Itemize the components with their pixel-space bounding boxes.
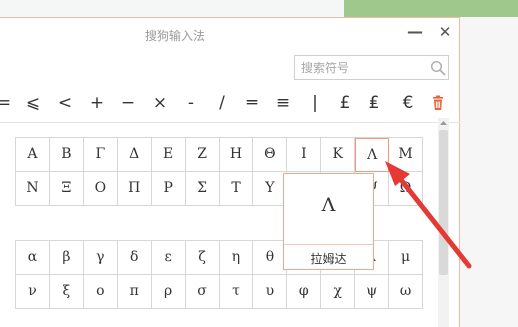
preview-divider	[284, 244, 373, 245]
symbol-cell[interactable]: Δ	[117, 138, 152, 172]
symbol-cell[interactable]: Η	[219, 138, 254, 172]
symbol-cell[interactable]: Ρ	[151, 172, 186, 206]
background-green-area	[344, 0, 518, 17]
symbol-cell[interactable]: μ	[389, 241, 424, 275]
minimize-icon[interactable]: —	[406, 23, 424, 41]
symbol-cell[interactable]: ρ	[151, 275, 186, 309]
symbol-cell[interactable]: ζ	[185, 241, 220, 275]
symbol-cell[interactable]: ε	[151, 241, 186, 275]
symbol-cell[interactable]: Σ	[185, 172, 220, 206]
symbol-cell[interactable]: Λ	[355, 138, 390, 172]
toolbar-symbol[interactable]: €	[397, 90, 419, 116]
window-title: 搜狗输入法	[144, 29, 205, 43]
toolbar-divider	[0, 122, 460, 123]
symbol-cell[interactable]: Γ	[83, 138, 118, 172]
symbol-cell[interactable]: Ο	[83, 172, 118, 206]
symbol-cell[interactable]: Ω	[389, 172, 424, 206]
symbol-toolbar: = ⩽ < + − × - / ═ ≡ | £ ₤ €	[0, 90, 460, 116]
symbol-cell[interactable]: Ι	[287, 138, 322, 172]
symbol-cell[interactable]: Α	[16, 138, 50, 172]
symbol-cell[interactable]: Κ	[321, 138, 356, 172]
symbol-cell[interactable]: Ζ	[185, 138, 220, 172]
scroll-thumb[interactable]	[439, 130, 448, 275]
symbol-cell[interactable]: υ	[253, 275, 288, 309]
preview-name: 拉姆达	[310, 252, 347, 266]
symbol-cell[interactable]: η	[219, 241, 254, 275]
toolbar-symbol[interactable]: +	[86, 90, 108, 116]
search-input[interactable]	[301, 59, 426, 76]
symbol-cell[interactable]: φ	[287, 275, 322, 309]
symbol-cell[interactable]: ο	[83, 275, 118, 309]
symbol-row: ΑΒΓΔΕΖΗΘΙΚΛΜ	[16, 138, 424, 172]
toolbar-symbol[interactable]: ⩽	[22, 90, 44, 116]
symbol-cell[interactable]: Β	[49, 138, 84, 172]
symbol-cell[interactable]: α	[16, 241, 50, 275]
symbol-cell[interactable]: ν	[16, 275, 50, 309]
symbol-cell[interactable]: ξ	[49, 275, 84, 309]
toolbar-symbol[interactable]: -	[180, 90, 202, 116]
toolbar-symbol[interactable]: £	[334, 90, 356, 116]
symbol-cell[interactable]: δ	[117, 241, 152, 275]
toolbar-symbol[interactable]: ×	[149, 90, 171, 116]
symbol-cell[interactable]: γ	[83, 241, 118, 275]
symbol-cell[interactable]: τ	[219, 275, 254, 309]
symbol-cell[interactable]: Μ	[389, 138, 424, 172]
toolbar-symbol[interactable]: −	[117, 90, 139, 116]
search-box	[294, 55, 449, 80]
trash-icon[interactable]	[430, 95, 446, 111]
toolbar-symbol[interactable]: ≡	[272, 90, 294, 116]
search-icon[interactable]	[430, 60, 446, 76]
symbol-cell[interactable]: Ξ	[49, 172, 84, 206]
scroll-up-icon[interactable]	[438, 118, 449, 128]
symbol-cell[interactable]: ψ	[355, 275, 390, 309]
toolbar-symbol[interactable]: |	[304, 90, 326, 116]
toolbar-symbol[interactable]: <	[54, 90, 76, 116]
close-icon[interactable]: ✕	[436, 23, 454, 41]
symbol-cell[interactable]: Ν	[16, 172, 50, 206]
symbol-preview-popup: Λ 拉姆达	[283, 173, 374, 270]
toolbar-symbol[interactable]: =	[0, 90, 15, 116]
toolbar-symbol[interactable]: /	[211, 90, 233, 116]
symbol-cell[interactable]: Π	[117, 172, 152, 206]
preview-glyph: Λ	[321, 194, 336, 216]
symbol-cell[interactable]: π	[117, 275, 152, 309]
background-side-panel	[460, 17, 518, 327]
symbol-cell[interactable]: Θ	[253, 138, 288, 172]
toolbar-symbol[interactable]: ═	[241, 90, 263, 116]
symbol-cell[interactable]: Τ	[219, 172, 254, 206]
symbol-row: νξοπρστυφχψω	[16, 275, 424, 309]
symbol-cell[interactable]: χ	[321, 275, 356, 309]
scrollbar[interactable]	[438, 118, 449, 327]
symbol-cell[interactable]: Ε	[151, 138, 186, 172]
symbol-cell[interactable]: ω	[389, 275, 424, 309]
symbol-cell[interactable]: β	[49, 241, 84, 275]
symbol-cell[interactable]: σ	[185, 275, 220, 309]
toolbar-symbol[interactable]: ₤	[363, 90, 385, 116]
